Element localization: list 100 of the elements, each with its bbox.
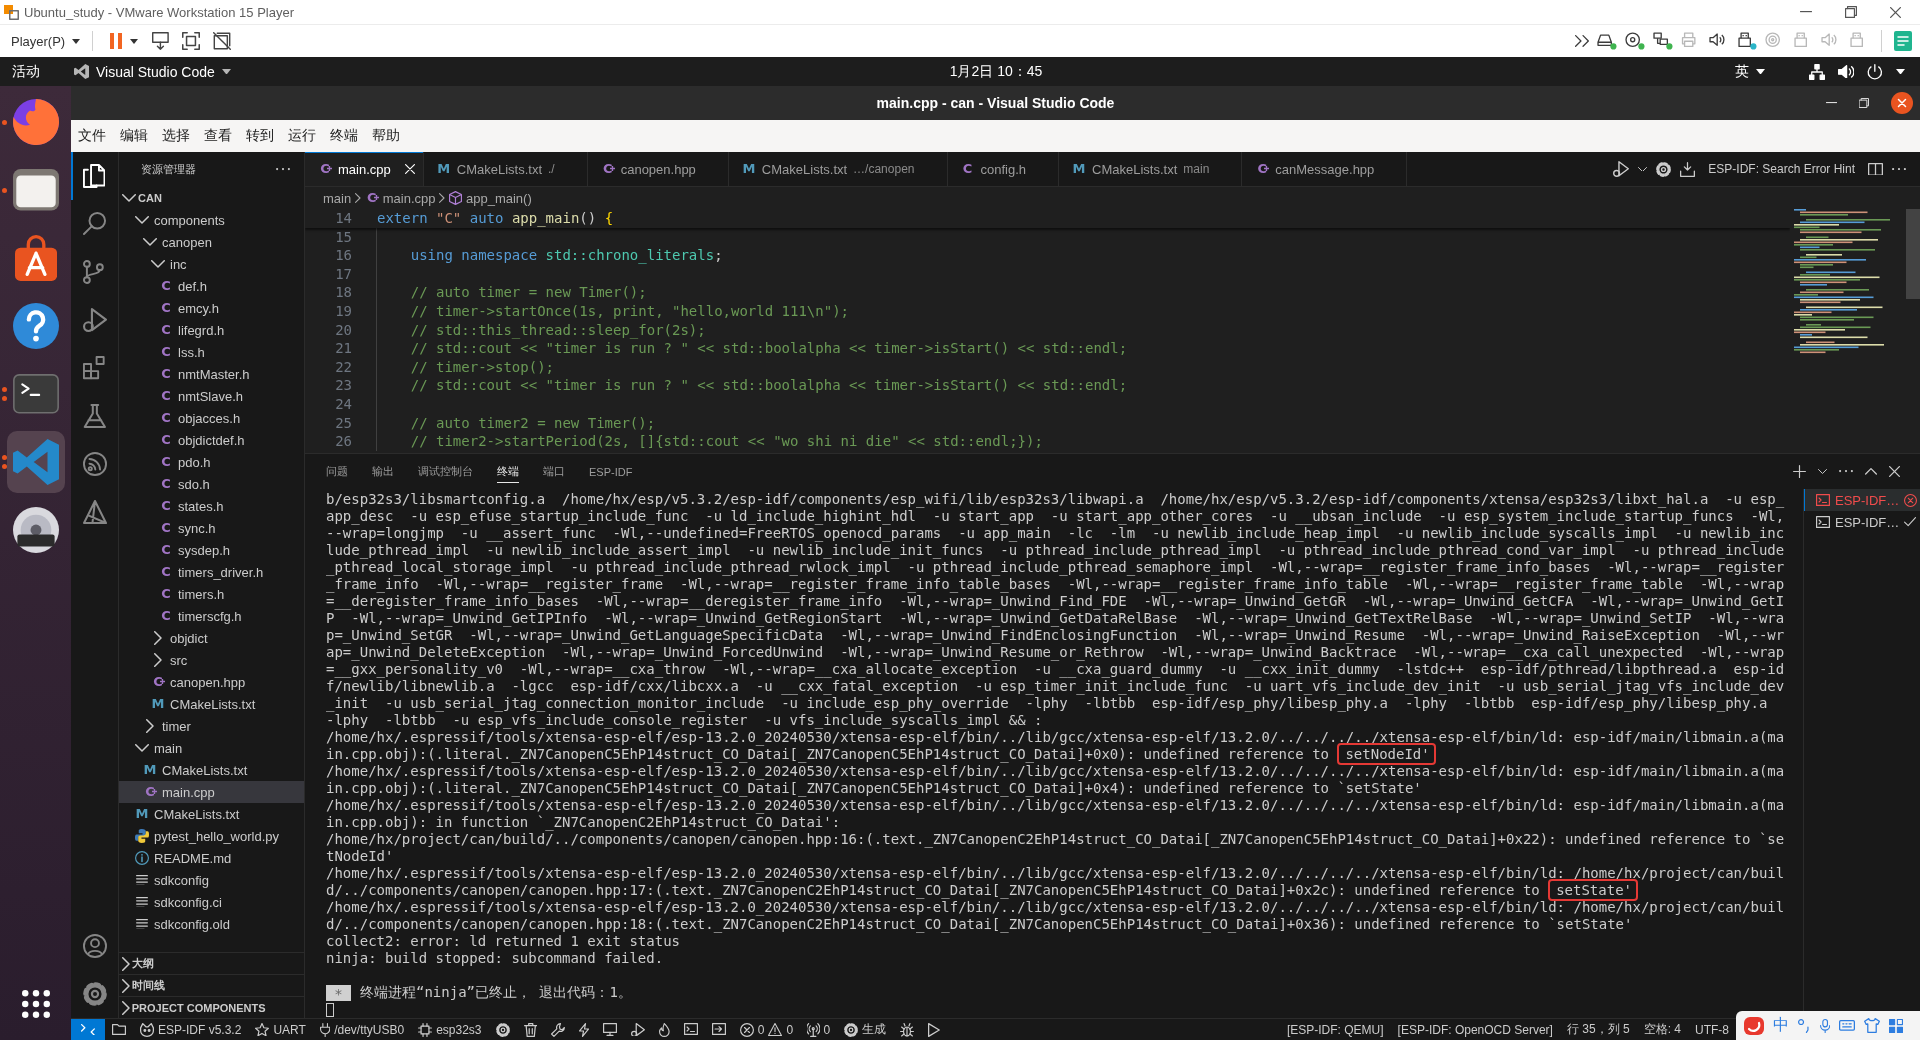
app-grid-icon[interactable]	[22, 990, 50, 1018]
file-item[interactable]: sdkconfig.old	[119, 913, 304, 935]
section-header[interactable]: 时间线	[119, 974, 304, 996]
folder-item[interactable]: objdict	[119, 627, 304, 649]
menu-item[interactable]: 转到	[239, 127, 281, 145]
file-item[interactable]: C lifegrd.h	[119, 319, 304, 341]
breadcrumb-item[interactable]: main	[323, 190, 352, 206]
cd-icon[interactable]	[1625, 32, 1645, 50]
grid-icon[interactable]	[1888, 1018, 1903, 1033]
file-item[interactable]: README.md	[119, 847, 304, 869]
menu-item[interactable]: 选择	[155, 127, 197, 145]
folder-item[interactable]: components	[119, 209, 304, 231]
file-item[interactable]: C objacces.h	[119, 407, 304, 429]
network-icon[interactable]	[1809, 63, 1826, 80]
file-item[interactable]: C states.h	[119, 495, 304, 517]
folder-item[interactable]: canopen	[119, 231, 304, 253]
monitor-icon[interactable]	[603, 1023, 618, 1036]
branch-icon[interactable]	[83, 260, 104, 284]
folder-item[interactable]: timer	[119, 715, 304, 737]
bug-icon[interactable]	[900, 1022, 915, 1037]
remote-button[interactable]	[71, 1019, 105, 1040]
file-item[interactable]: C sync.h	[119, 517, 304, 539]
input-mode-label[interactable]: 中	[1773, 1015, 1789, 1036]
file-item[interactable]: C timerscfg.h	[119, 605, 304, 627]
file-item[interactable]: sdkconfig	[119, 869, 304, 891]
status-item[interactable]: 生成	[837, 1019, 894, 1040]
microphone-icon[interactable]	[1819, 1018, 1830, 1033]
status-item[interactable]: 0	[800, 1019, 838, 1040]
file-item[interactable]: pytest_hello_world.py	[119, 825, 304, 847]
files-icon[interactable]	[83, 164, 106, 188]
chevron-up-icon[interactable]	[1865, 468, 1877, 475]
panel-tab[interactable]: 终端	[497, 460, 519, 483]
terminal-icon[interactable]	[683, 1023, 698, 1036]
menu-item[interactable]: 运行	[281, 127, 323, 145]
file-item[interactable]: C sysdep.h	[119, 539, 304, 561]
settings-icon[interactable]	[83, 982, 107, 1006]
chevron-down-icon[interactable]	[1638, 166, 1648, 172]
wrench-icon[interactable]	[551, 1022, 566, 1037]
fullscreen-icon[interactable]	[182, 32, 200, 50]
input-source-button[interactable]: 英	[1735, 62, 1766, 81]
arrow-box-icon[interactable]	[711, 1023, 726, 1036]
triangle-logo-icon[interactable]	[83, 500, 107, 524]
app-logo-icon[interactable]	[1744, 1016, 1764, 1035]
download-icon[interactable]	[1680, 161, 1696, 177]
editor-tab[interactable]: C canMessage.hpp	[1242, 152, 1408, 186]
error-icon[interactable]	[1904, 493, 1918, 507]
activities-button[interactable]: 活动	[12, 62, 40, 81]
file-item[interactable]: C lss.h	[119, 341, 304, 363]
panel-tab[interactable]: 端口	[543, 460, 565, 483]
caret-down-icon[interactable]	[1896, 68, 1905, 75]
flame-icon[interactable]	[659, 1022, 670, 1037]
search-error-hint-button[interactable]: ESP-IDF: Search Error Hint	[1708, 162, 1855, 176]
panel-tab[interactable]: ESP-IDF	[589, 461, 633, 482]
file-item[interactable]: C nmtMaster.h	[119, 363, 304, 385]
section-header[interactable]: 大纲	[119, 952, 304, 974]
caret-down-icon[interactable]	[130, 38, 139, 44]
minimize-icon[interactable]	[1800, 11, 1812, 13]
pause-icon[interactable]	[110, 33, 123, 49]
folder-item[interactable]: src	[119, 649, 304, 671]
status-item[interactable]: [ESP-IDF: QEMU]	[1279, 1019, 1391, 1040]
volume-icon[interactable]	[1838, 64, 1855, 79]
file-item[interactable]: C canopen.hpp	[119, 671, 304, 693]
play-icon[interactable]	[928, 1022, 941, 1037]
plus-icon[interactable]	[1793, 465, 1806, 478]
player-menu-button[interactable]: Player(P)	[11, 33, 81, 49]
flask-icon[interactable]	[83, 404, 107, 428]
trash-icon[interactable]	[523, 1022, 538, 1037]
file-item[interactable]: C pdo.h	[119, 451, 304, 473]
file-item[interactable]: C sdo.h	[119, 473, 304, 495]
file-item[interactable]: C timers_driver.h	[119, 561, 304, 583]
folder-item[interactable]: inc	[119, 253, 304, 275]
file-item[interactable]: C main.cpp	[119, 781, 304, 803]
menu-item[interactable]: 查看	[197, 127, 239, 145]
signal-logo-icon[interactable]	[83, 452, 107, 476]
status-item[interactable]: /dev/ttyUSB0	[312, 1019, 412, 1040]
computer-arrow-icon[interactable]	[152, 32, 169, 50]
file-item[interactable]: C nmtSlave.h	[119, 385, 304, 407]
account-icon[interactable]	[83, 934, 107, 958]
keyboard-icon[interactable]	[1838, 1020, 1855, 1031]
chevron-down-icon[interactable]	[1818, 469, 1827, 474]
scrollbar-thumb[interactable]	[1906, 209, 1920, 299]
editor-tab[interactable]: M CMakeLists.txt main	[1059, 152, 1243, 186]
run-debug-icon[interactable]	[631, 1022, 646, 1037]
folder-icon[interactable]	[112, 1024, 126, 1035]
breadcrumb-item[interactable]: app_main()	[449, 190, 532, 206]
clock-button[interactable]: 1月2日 10：45	[949, 62, 1043, 81]
restore-icon[interactable]	[1845, 6, 1857, 18]
status-item[interactable]: UTF-8	[1688, 1019, 1736, 1040]
editor-tab[interactable]: M CMakeLists.txt ./	[423, 152, 588, 186]
status-item[interactable]: 空格: 4	[1636, 1019, 1688, 1040]
app-menu-button[interactable]: Visual Studio Code	[74, 63, 231, 80]
more-icon[interactable]	[1892, 167, 1906, 171]
folder-item[interactable]: main	[119, 737, 304, 759]
panel-tab[interactable]: 输出	[372, 460, 394, 483]
panel-tab[interactable]: 问题	[326, 460, 348, 483]
file-item[interactable]: sdkconfig.ci	[119, 891, 304, 913]
usb-drive-icon[interactable]	[1737, 32, 1757, 50]
status-item[interactable]: ESP-IDF v5.3.2	[133, 1019, 249, 1040]
double-chevron-icon[interactable]	[1575, 35, 1589, 47]
problems-status-item[interactable]: 0 0	[732, 1019, 801, 1040]
